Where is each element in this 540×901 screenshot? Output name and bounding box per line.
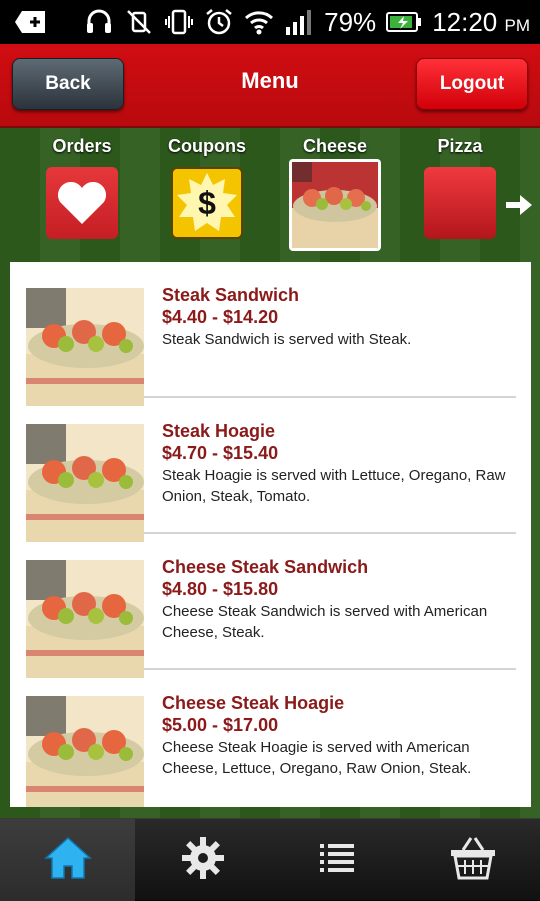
battery-percent: 79% bbox=[324, 6, 377, 37]
item-thumbnail bbox=[26, 424, 144, 542]
nav-settings-button[interactable] bbox=[135, 819, 270, 901]
item-description: Steak Sandwich is served with Steak. bbox=[162, 331, 412, 348]
bottom-nav bbox=[0, 818, 540, 901]
nav-home-button[interactable] bbox=[0, 819, 135, 901]
item-name: Cheese Steak Hoagie bbox=[162, 693, 345, 713]
item-name: Cheese Steak Sandwich bbox=[162, 557, 369, 577]
basket-icon bbox=[449, 836, 497, 884]
wifi-icon bbox=[244, 7, 274, 37]
item-thumbnail bbox=[26, 696, 144, 807]
category-coupons[interactable]: Coupons $ bbox=[152, 128, 262, 239]
home-icon bbox=[43, 836, 92, 884]
svg-text:$: $ bbox=[198, 185, 216, 221]
alarm-icon bbox=[204, 7, 234, 37]
menu-list: Steak Sandwich $4.40 - $14.20 Steak Sand… bbox=[10, 262, 531, 807]
item-price: $4.80 - $15.80 bbox=[162, 579, 279, 599]
vibrate-icon bbox=[164, 7, 194, 37]
clock-ampm: PM bbox=[504, 15, 531, 35]
item-thumbnail bbox=[26, 560, 144, 678]
signal-icon bbox=[284, 7, 314, 37]
category-orders[interactable]: Orders bbox=[27, 128, 137, 239]
sandwich-photo[interactable] bbox=[289, 159, 381, 251]
nav-basket-button[interactable] bbox=[405, 819, 540, 901]
notification-plus-icon bbox=[14, 8, 48, 36]
item-thumbnail bbox=[26, 288, 144, 406]
category-label: Orders bbox=[52, 136, 112, 156]
list-item[interactable]: Cheese Steak Hoagie $5.00 - $17.00 Chees… bbox=[26, 670, 516, 807]
category-cheese[interactable]: Cheese bbox=[280, 128, 390, 251]
arrow-right-icon[interactable] bbox=[504, 190, 534, 220]
settings-gear-icon bbox=[181, 836, 225, 884]
heart-icon[interactable] bbox=[46, 167, 118, 239]
vibrate-off-icon bbox=[124, 7, 154, 37]
list-item[interactable]: Steak Sandwich $4.40 - $14.20 Steak Sand… bbox=[26, 262, 516, 406]
category-label: Coupons bbox=[168, 136, 246, 156]
category-label: Pizza bbox=[437, 136, 483, 156]
item-description: Cheese Steak Sandwich is served with Ame… bbox=[162, 603, 488, 641]
item-name: Steak Sandwich bbox=[162, 285, 300, 305]
item-description: Steak Hoagie is served with Lettuce, Ore… bbox=[162, 467, 506, 505]
list-item[interactable]: Cheese Steak Sandwich $4.80 - $15.80 Che… bbox=[26, 534, 516, 678]
battery-charging-icon bbox=[386, 7, 422, 37]
status-bar: 79% 12:20 PM bbox=[0, 0, 540, 44]
logout-button[interactable]: Logout bbox=[416, 58, 528, 110]
nav-list-button[interactable] bbox=[270, 819, 405, 901]
clock: 12:20 PM bbox=[432, 7, 530, 38]
item-name: Steak Hoagie bbox=[162, 421, 276, 441]
item-description: Cheese Steak Hoagie is served with Ameri… bbox=[162, 739, 472, 777]
category-pizza[interactable]: Pizza bbox=[405, 128, 515, 239]
category-label: Cheese bbox=[302, 136, 368, 156]
headset-icon bbox=[84, 7, 114, 37]
category-strip: Orders Coupons $ Cheese Pizza bbox=[0, 128, 540, 258]
app-header: Back Menu Logout bbox=[0, 44, 540, 128]
red-tile[interactable] bbox=[424, 167, 496, 239]
dollar-icon[interactable]: $ bbox=[171, 167, 243, 239]
list-icon bbox=[318, 840, 358, 880]
item-price: $5.00 - $17.00 bbox=[162, 715, 279, 735]
clock-time: 12:20 bbox=[432, 6, 498, 37]
item-price: $4.40 - $14.20 bbox=[162, 307, 279, 327]
list-item[interactable]: Steak Hoagie $4.70 - $15.40 Steak Hoagie… bbox=[26, 398, 516, 542]
item-price: $4.70 - $15.40 bbox=[162, 443, 279, 463]
